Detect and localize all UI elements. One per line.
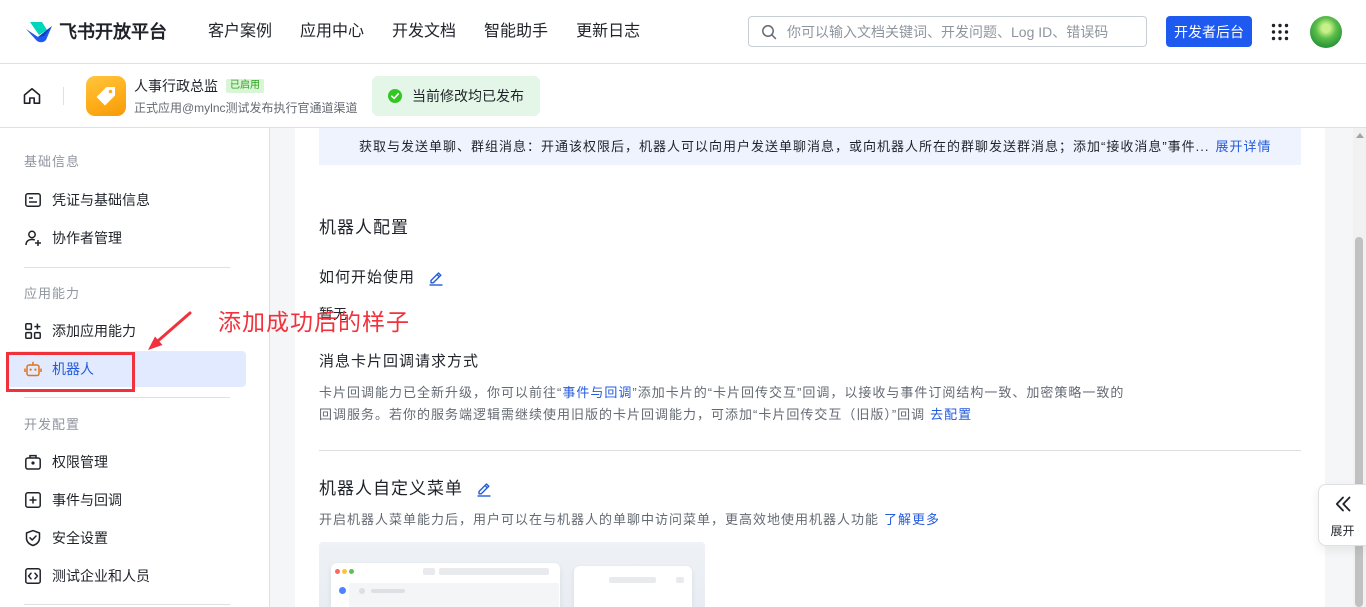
nav-item-customer-cases[interactable]: 客户案例 [208, 20, 272, 44]
nav-item-changelog[interactable]: 更新日志 [576, 20, 640, 44]
bot-menu-preview-image [319, 542, 705, 607]
sidebar-section-title: 应用能力 [24, 286, 81, 301]
developer-console-button[interactable]: 开发者后台 [1166, 16, 1252, 47]
expand-label: 展开 [1330, 524, 1355, 538]
app-subtitle: 正式应用@mylnc测试发布执行官通道渠道 [134, 101, 358, 115]
avatar[interactable] [1310, 16, 1342, 48]
preview-bar [676, 577, 684, 583]
preview-dot [339, 587, 346, 594]
sidebar-item-label: 事件与回调 [52, 492, 122, 508]
sidebar-section-title: 开发配置 [24, 417, 81, 432]
permission-notice-text: 获取与发送单聊、群组消息：开通该权限后，机器人可以向用户发送单聊消息，或向机器人… [359, 139, 1210, 154]
publish-status-text: 当前修改均已发布 [412, 88, 524, 104]
preview-dot [342, 569, 347, 574]
bot-menu-title: 机器人自定义菜单 [319, 479, 463, 498]
go-configure-link[interactable]: 去配置 [930, 407, 972, 422]
event-callback-icon [25, 492, 41, 508]
sidebar-item-label: 凭证与基础信息 [52, 192, 150, 208]
expand-panel-button[interactable]: 展开 [1318, 484, 1366, 546]
search-input[interactable] [748, 16, 1147, 47]
description-text: 卡片回调能力已全新升级，你可以前往“ [319, 385, 563, 400]
collaborator-icon [25, 230, 41, 246]
annotation-arrow-icon [148, 311, 192, 350]
sidebar-item-events-callbacks[interactable]: 事件与回调 [8, 482, 246, 518]
sidebar-item-label: 安全设置 [52, 530, 108, 546]
expand-details-link[interactable]: 展开详情 [1216, 139, 1272, 154]
top-nav-bar: 飞书开放平台 客户案例 应用中心 开发文档 智能助手 更新日志 开发者后台 [0, 0, 1366, 64]
card-callback-description: 卡片回调能力已全新升级，你可以前往“事件与回调”添加卡片的“卡片回传交互”回调，… [319, 382, 1129, 426]
sidebar-item-collaborators[interactable]: 协作者管理 [8, 220, 246, 256]
description-text: 开启机器人菜单能力后，用户可以在与机器人的单聊中访问菜单，更高效地使用机器人功能 [319, 512, 880, 527]
robot-config-card: 获取与发送单聊、群组消息：开通该权限后，机器人可以向用户发送单聊消息，或向机器人… [295, 128, 1325, 607]
preview-dot [349, 569, 354, 574]
sidebar-item-credentials[interactable]: 凭证与基础信息 [8, 182, 246, 218]
learn-more-link[interactable]: 了解更多 [884, 512, 940, 527]
logo-text: 飞书开放平台 [59, 22, 167, 42]
annotation-text: 添加成功后的样子 [218, 309, 410, 335]
preview-panel [349, 583, 559, 607]
edit-pencil-icon[interactable] [476, 480, 492, 497]
preview-bar [371, 589, 405, 593]
search-box [748, 16, 1147, 47]
permission-icon [25, 454, 41, 470]
nav-item-docs[interactable]: 开发文档 [392, 20, 456, 44]
bot-menu-description: 开启机器人菜单能力后，用户可以在与机器人的单聊中访问菜单，更高效地使用机器人功能… [319, 511, 940, 529]
main-nav: 客户案例 应用中心 开发文档 智能助手 更新日志 [208, 20, 640, 44]
tag-icon [96, 87, 115, 106]
sidebar-item-label: 权限管理 [52, 454, 108, 470]
sidebar-divider [24, 604, 230, 605]
feishu-logo-icon [26, 22, 52, 43]
sidebar-section-title: 基础信息 [24, 154, 81, 169]
home-icon[interactable] [22, 86, 42, 106]
nav-item-ai-assistant[interactable]: 智能助手 [484, 20, 548, 44]
scrollbar-thumb[interactable] [1355, 237, 1363, 607]
sidebar-item-add-capability[interactable]: 添加应用能力 [8, 313, 246, 349]
preview-window [331, 563, 560, 607]
preview-bar [423, 568, 435, 575]
logo[interactable]: 飞书开放平台 [25, 20, 167, 44]
preview-bar [609, 577, 656, 583]
credential-icon [25, 193, 41, 207]
events-callbacks-link[interactable]: 事件与回调 [562, 385, 632, 400]
card-callback-title: 消息卡片回调请求方式 [319, 353, 480, 370]
status-badge: 已启用 [226, 79, 264, 93]
annotation-highlight-box [6, 352, 135, 392]
app-icon [86, 76, 126, 116]
publish-status-banner: 当前修改均已发布 [372, 76, 540, 116]
permission-notice: 获取与发送单聊、群组消息：开通该权限后，机器人可以向用户发送单聊消息，或向机器人… [319, 128, 1301, 165]
sidebar-divider [24, 397, 230, 398]
sidebar-item-test-enterprise[interactable]: 测试企业和人员 [8, 558, 246, 594]
preview-side-panel [574, 566, 692, 607]
preview-bar [359, 588, 365, 594]
check-circle-icon [388, 89, 402, 103]
section-divider [319, 450, 1301, 451]
add-capability-icon [25, 323, 41, 339]
sidebar-item-label: 添加应用能力 [52, 323, 136, 339]
app-info-bar: 人事行政总监 已启用 正式应用@mylnc测试发布执行官通道渠道 当前修改均已发… [0, 64, 1366, 128]
grid-icon[interactable] [1271, 23, 1289, 41]
double-chevron-left-icon [1335, 496, 1351, 512]
nav-item-app-center[interactable]: 应用中心 [300, 20, 364, 44]
how-to-start-label: 如何开始使用 [319, 269, 416, 286]
test-enterprise-icon [25, 568, 41, 584]
security-icon [25, 529, 41, 547]
search-icon [762, 25, 777, 40]
sidebar-item-label: 测试企业和人员 [52, 568, 150, 584]
bot-config-title: 机器人配置 [319, 218, 409, 237]
edit-pencil-icon[interactable] [428, 269, 444, 286]
scroll-up-arrow-icon[interactable] [1356, 133, 1364, 138]
preview-bar [439, 568, 549, 575]
sidebar-item-label: 协作者管理 [52, 230, 122, 246]
sidebar-item-security[interactable]: 安全设置 [8, 520, 246, 556]
preview-dot [335, 569, 340, 574]
app-name: 人事行政总监 [134, 78, 218, 94]
divider [63, 87, 64, 105]
sidebar-item-permissions[interactable]: 权限管理 [8, 444, 246, 480]
sidebar-divider [24, 267, 230, 268]
